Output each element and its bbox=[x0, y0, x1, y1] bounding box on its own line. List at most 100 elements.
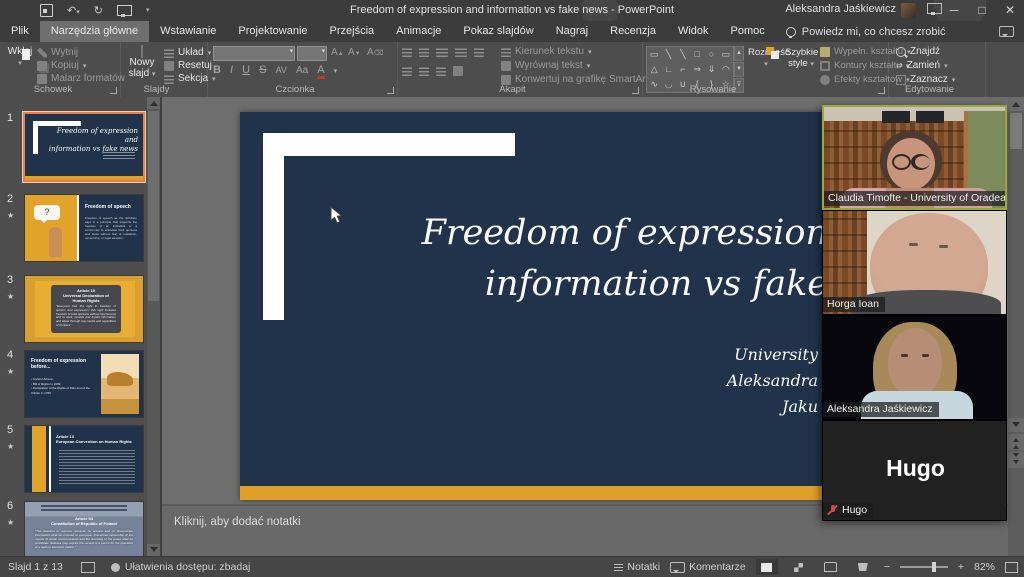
accessibility-checker[interactable]: Ułatwienia dostępu: zbadaj bbox=[111, 561, 251, 573]
line-spacing-icon[interactable] bbox=[474, 47, 484, 57]
italic-button[interactable]: I bbox=[230, 64, 233, 76]
editor-scrollbar[interactable] bbox=[1008, 97, 1024, 556]
shape-rectangle-icon[interactable]: □ bbox=[694, 50, 699, 59]
columns-icon[interactable] bbox=[453, 66, 463, 76]
arrange-button[interactable]: Rozmieść▾ bbox=[748, 47, 784, 69]
bold-button[interactable]: B bbox=[213, 64, 221, 76]
quick-styles-button[interactable]: Szybkie style ▾ bbox=[785, 47, 817, 69]
scroll-down-icon[interactable] bbox=[1008, 418, 1024, 432]
scroll-up-icon[interactable] bbox=[147, 97, 160, 109]
participant-tile-aleksandra[interactable]: Aleksandra Jaśkiewicz bbox=[822, 315, 1007, 420]
font-name-combo[interactable] bbox=[213, 46, 295, 61]
shape-arrow-line-icon[interactable]: ╲ bbox=[680, 50, 685, 59]
participant-tile-claudia[interactable]: Claudia Timofte - University of Oradea bbox=[822, 105, 1007, 210]
shape-arrow-down-icon[interactable]: ⇓ bbox=[708, 65, 716, 74]
shape-arrow-right-icon[interactable]: ⇒ bbox=[693, 65, 701, 74]
grow-font-button[interactable]: A▲ bbox=[331, 47, 344, 58]
decor-bracket-vertical[interactable] bbox=[263, 133, 284, 320]
comments-toggle[interactable]: Komentarze bbox=[670, 561, 746, 573]
reset-button[interactable]: Resetuj bbox=[164, 60, 212, 71]
drawing-dialog-launcher[interactable] bbox=[878, 87, 885, 94]
normal-view-button[interactable] bbox=[756, 559, 778, 575]
display-settings-icon[interactable] bbox=[81, 562, 95, 573]
animation-star-icon[interactable]: ★ bbox=[7, 292, 14, 301]
tab-nagraj[interactable]: Nagraj bbox=[545, 21, 599, 42]
zoom-level[interactable]: 82% bbox=[974, 561, 995, 573]
shape-elbow2-icon[interactable]: ⌐ bbox=[680, 65, 685, 74]
font-color-button[interactable]: A bbox=[317, 64, 324, 79]
shape-corner-icon[interactable]: ◠ bbox=[722, 65, 730, 74]
align-right-icon[interactable] bbox=[436, 66, 446, 76]
shape-line-icon[interactable]: ╲ bbox=[666, 50, 671, 59]
shape-triangle-icon[interactable]: △ bbox=[651, 65, 658, 74]
tab-przejscia[interactable]: Przejścia bbox=[319, 21, 386, 42]
new-slide-button[interactable]: Nowy slajd ▾ bbox=[124, 46, 160, 79]
animation-star-icon[interactable]: ★ bbox=[7, 442, 14, 451]
tab-recenzja[interactable]: Recenzja bbox=[599, 21, 667, 42]
zoom-slider[interactable] bbox=[900, 566, 948, 568]
tab-animacje[interactable]: Animacje bbox=[385, 21, 452, 42]
shrink-font-button[interactable]: A▼ bbox=[348, 47, 361, 58]
thumbnail-scrollbar[interactable] bbox=[147, 97, 160, 556]
slide-canvas[interactable]: Freedom of expression information vs fak… bbox=[240, 112, 920, 500]
shape-textbox-icon[interactable]: ▭ bbox=[650, 50, 659, 59]
scroll-down-icon[interactable] bbox=[147, 544, 160, 556]
numbering-icon[interactable] bbox=[419, 47, 429, 57]
copy-button[interactable]: Kopiuj▾ bbox=[37, 60, 86, 71]
tab-pokaz-slajdow[interactable]: Pokaz slajdów bbox=[452, 21, 544, 42]
tell-me-search[interactable]: Powiedz mi, co chcesz zrobić bbox=[786, 21, 946, 42]
align-text-button[interactable]: Wyrównaj tekst▾ bbox=[501, 60, 590, 71]
previous-slide-button[interactable] bbox=[1008, 434, 1024, 450]
align-center-icon[interactable] bbox=[419, 66, 429, 76]
restore-button[interactable]: □ bbox=[968, 0, 996, 21]
cut-button[interactable]: Wytnij bbox=[37, 47, 78, 58]
tab-widok[interactable]: Widok bbox=[667, 21, 720, 42]
slide-title[interactable]: Freedom of expression information vs fak… bbox=[358, 208, 828, 310]
participant-tile-horga[interactable]: Horga Ioan bbox=[822, 210, 1007, 315]
character-spacing-button[interactable]: AV bbox=[276, 65, 287, 75]
decor-bracket-horizontal[interactable] bbox=[263, 133, 515, 156]
tab-pomoc[interactable]: Pomoc bbox=[720, 21, 776, 42]
format-painter-button[interactable]: Malarz formatów bbox=[37, 73, 125, 84]
shape-elbow-icon[interactable]: ∟ bbox=[664, 65, 673, 74]
notes-toggle[interactable]: Notatki bbox=[614, 561, 660, 573]
slide-thumbnail-3[interactable]: Article 19 Universal Declaration of Huma… bbox=[25, 276, 143, 342]
tab-plik[interactable]: Plik bbox=[0, 21, 40, 42]
replace-button[interactable]: ⇄Zamień▾ bbox=[896, 60, 948, 71]
change-case-button[interactable]: Aa bbox=[296, 65, 308, 76]
minimize-button[interactable]: ─ bbox=[940, 0, 968, 21]
next-slide-button[interactable] bbox=[1008, 452, 1024, 468]
shape-ellipse-icon[interactable]: ○ bbox=[709, 50, 714, 59]
reading-view-button[interactable] bbox=[820, 559, 842, 575]
shape-rounded-rectangle-icon[interactable]: ▭ bbox=[722, 50, 731, 59]
layout-button[interactable]: Układ▾ bbox=[164, 47, 211, 58]
slideshow-view-button[interactable] bbox=[852, 559, 874, 575]
clipboard-dialog-launcher[interactable] bbox=[110, 87, 117, 94]
slide-indicator[interactable]: Slajd 1 z 13 bbox=[8, 561, 63, 573]
font-dialog-launcher[interactable] bbox=[387, 87, 394, 94]
decor-bottom-bar[interactable] bbox=[240, 486, 920, 500]
animation-star-icon[interactable]: ★ bbox=[7, 367, 14, 376]
account-avatar[interactable] bbox=[901, 3, 916, 18]
align-left-icon[interactable] bbox=[402, 66, 412, 76]
participant-tile-hugo[interactable]: Hugo Hugo bbox=[822, 420, 1007, 521]
tab-wstawianie[interactable]: Wstawianie bbox=[149, 21, 227, 42]
tab-narzedzia-glowne[interactable]: Narzędzia główne bbox=[40, 21, 149, 42]
slide-subtitle[interactable]: University Aleksandra Jaku bbox=[518, 342, 818, 420]
slide-thumbnail-1[interactable]: Freedom of expression andinformation vs … bbox=[25, 114, 143, 180]
decrease-indent-icon[interactable] bbox=[436, 47, 448, 57]
animation-star-icon[interactable]: ★ bbox=[7, 211, 14, 220]
scrollbar-thumb[interactable] bbox=[1010, 113, 1022, 149]
slide-thumbnail-5[interactable]: Article 10 European Convention on Human … bbox=[25, 426, 143, 492]
font-size-combo[interactable] bbox=[297, 46, 327, 61]
clear-formatting-button[interactable]: A⌫ bbox=[367, 47, 384, 58]
comments-panel-icon[interactable] bbox=[999, 26, 1014, 37]
zoom-out-button[interactable]: − bbox=[884, 561, 890, 573]
animation-star-icon[interactable]: ★ bbox=[7, 518, 14, 527]
close-button[interactable]: ✕ bbox=[996, 0, 1024, 21]
underline-button[interactable]: U bbox=[242, 64, 250, 76]
zoom-in-button[interactable]: + bbox=[958, 561, 964, 573]
paste-button[interactable]: Wklej▾ bbox=[5, 46, 35, 68]
increase-indent-icon[interactable] bbox=[455, 47, 467, 57]
fit-to-window-icon[interactable] bbox=[1005, 562, 1018, 573]
